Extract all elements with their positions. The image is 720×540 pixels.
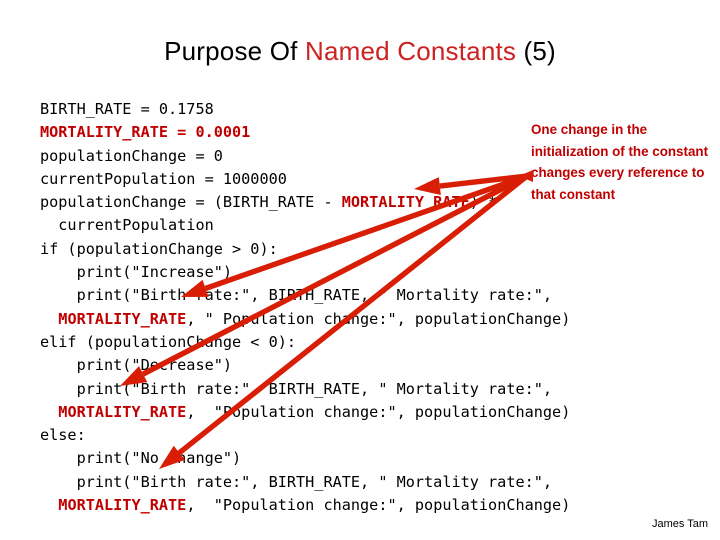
page-title-suffix: (5) (516, 36, 556, 66)
code-token: populationChange = 0 (40, 146, 223, 165)
code-token: print("Birth rate:", BIRTH_RATE, " Morta… (40, 472, 553, 491)
code-line: MORTALITY_RATE, "Population change:", po… (40, 494, 640, 517)
code-line: MORTALITY_RATE, " Population change:", p… (40, 308, 640, 331)
code-token: , "Population change:", populationChange… (186, 496, 571, 515)
code-token: populationChange = (BIRTH_RATE - (40, 193, 342, 212)
code-line: currentPopulation (40, 214, 640, 237)
named-constant-token: MORTALITY_RATE (58, 309, 187, 328)
code-token: currentPopulation (40, 216, 214, 235)
named-constant-token: MORTALITY_RATE (341, 193, 470, 212)
page-title: Purpose Of Named Constants (5) (0, 36, 720, 67)
code-token: print("Decrease") (40, 356, 233, 375)
code-line: print("Birth rate:", BIRTH_RATE, " Morta… (40, 378, 640, 401)
code-token: currentPopulation = 1000000 (40, 169, 287, 188)
code-line: print("Birth rate:", BIRTH_RATE, " Morta… (40, 471, 640, 494)
code-line: print("Birth rate:", BIRTH_RATE, " Morta… (40, 284, 640, 307)
code-token: ) * (469, 193, 498, 212)
slide: Purpose Of Named Constants (5) BIRTH_RAT… (0, 0, 720, 540)
code-token: BIRTH_RATE = 0.1758 (40, 100, 214, 118)
code-token: else: (40, 426, 86, 445)
code-line: MORTALITY_RATE, "Population change:", po… (40, 401, 640, 424)
named-constant-token: MORTALITY_RATE (58, 402, 187, 421)
code-line: else: (40, 424, 640, 447)
code-line: print("Decrease") (40, 354, 640, 377)
code-token: print("Birth rate:", BIRTH_RATE, " Morta… (40, 286, 553, 305)
code-token: if (populationChange > 0): (40, 239, 278, 258)
code-token: print("Increase") (40, 263, 233, 282)
named-constant-token: MORTALITY_RATE (40, 123, 169, 142)
page-title-highlight: Named Constants (305, 36, 517, 66)
code-token: , "Population change:", populationChange… (186, 402, 571, 421)
code-token: print("No change") (40, 449, 242, 468)
code-line: print("Increase") (40, 261, 640, 284)
footer-credit: James Tam (651, 518, 708, 530)
code-line: BIRTH_RATE = 0.1758 (40, 98, 640, 121)
page-title-prefix: Purpose Of (164, 36, 305, 66)
annotation-callout: One change in the initialization of the … (531, 122, 709, 202)
code-line: elif (populationChange < 0): (40, 331, 640, 354)
code-token: , " Population change:", populationChang… (186, 309, 571, 328)
named-constant-token: = 0.0001 (168, 123, 251, 142)
code-line: if (populationChange > 0): (40, 238, 640, 261)
code-token: print("Birth rate:", BIRTH_RATE, " Morta… (40, 379, 553, 398)
code-token: elif (populationChange < 0): (40, 332, 297, 351)
code-line: print("No change") (40, 447, 640, 470)
named-constant-token: MORTALITY_RATE (58, 496, 187, 515)
